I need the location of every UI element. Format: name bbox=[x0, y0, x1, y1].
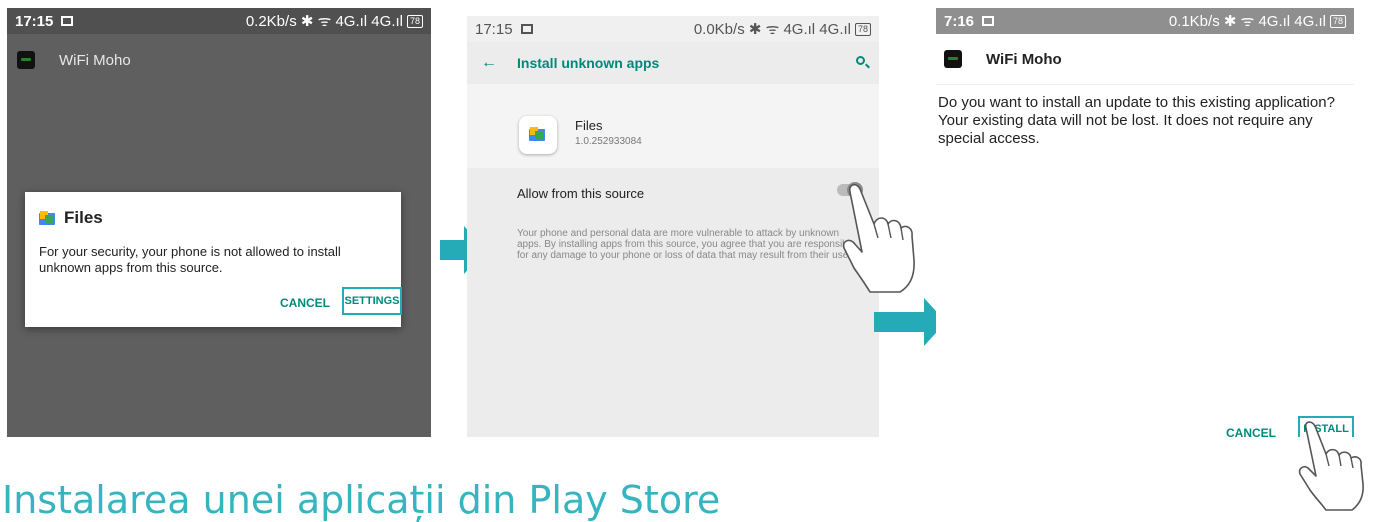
app-title: WiFi Moho bbox=[986, 50, 1062, 68]
status-bar: 17:15 0.2Kb/s ✱ ᯤ 4G.ıl 4G.ıl 78 bbox=[7, 8, 431, 34]
battery-icon: 78 bbox=[854, 22, 871, 36]
screen-install-unknown-apps: 17:15 0.0Kb/s ✱ ᯤ 4G.ıl 4G.ıl 78 ← Insta… bbox=[467, 16, 879, 437]
status-network-text: 0.2Kb/s ✱ ᯤ 4G.ıl 4G.ıl bbox=[245, 13, 403, 30]
status-indicators: 0.0Kb/s ✱ ᯤ 4G.ıl 4G.ıl 78 bbox=[694, 19, 871, 39]
image-notification-icon bbox=[61, 16, 74, 26]
status-bar: 17:15 0.0Kb/s ✱ ᯤ 4G.ıl 4G.ıl 78 bbox=[467, 16, 879, 42]
wifi-moho-app-icon bbox=[944, 50, 962, 68]
status-network-text: 0.0Kb/s ✱ ᯤ 4G.ıl 4G.ıl bbox=[693, 21, 851, 38]
tap-hand-icon bbox=[842, 183, 915, 293]
tap-hand-icon bbox=[1298, 421, 1364, 511]
app-bar: WiFi Moho bbox=[936, 34, 1354, 85]
status-network-text: 0.1Kb/s ✱ ᯤ 4G.ıl 4G.ıl bbox=[1168, 13, 1326, 30]
security-warning-text: Your phone and personal data are more vu… bbox=[517, 228, 856, 261]
dialog-message: For your security, your phone is not all… bbox=[39, 244, 341, 275]
back-arrow-icon[interactable]: ← bbox=[481, 54, 497, 72]
status-indicators: 0.1Kb/s ✱ ᯤ 4G.ıl 4G.ıl 78 bbox=[1169, 11, 1346, 31]
image-notification-icon bbox=[982, 16, 995, 26]
status-time: 17:15 bbox=[475, 20, 513, 38]
page-caption: Instalarea unei aplicații din Play Store bbox=[2, 478, 721, 522]
dialog-title-text: Files bbox=[64, 208, 103, 227]
image-notification-icon bbox=[520, 24, 533, 34]
screen-security-dialog: 17:15 0.2Kb/s ✱ ᯤ 4G.ıl 4G.ıl 78 WiFi Mo… bbox=[7, 8, 431, 437]
app-bar: ← Install unknown apps bbox=[467, 42, 879, 84]
install-question: Do you want to install an update to this… bbox=[938, 94, 1335, 147]
battery-icon: 78 bbox=[1329, 14, 1346, 28]
screen-install-update: 7:16 0.1Kb/s ✱ ᯤ 4G.ıl 4G.ıl 78 WiFi Moh… bbox=[936, 8, 1354, 437]
security-dialog: Files For your security, your phone is n… bbox=[25, 192, 402, 327]
app-info-card: Files 1.0.252933084 bbox=[467, 84, 879, 168]
status-time: 7:16 bbox=[944, 12, 975, 30]
app-name: Files bbox=[575, 118, 603, 133]
page-title: Install unknown apps bbox=[517, 55, 660, 71]
status-bar: 7:16 0.1Kb/s ✱ ᯤ 4G.ıl 4G.ıl 78 bbox=[936, 8, 1354, 34]
wifi-moho-app-icon bbox=[17, 51, 35, 69]
battery-icon: 78 bbox=[406, 14, 423, 28]
files-app-icon bbox=[519, 116, 557, 154]
search-icon[interactable] bbox=[856, 56, 865, 65]
allow-from-source-label: Allow from this source bbox=[517, 186, 645, 201]
dialog-title: Files bbox=[39, 208, 103, 228]
settings-button[interactable]: SETTINGS bbox=[342, 287, 402, 315]
app-title: WiFi Moho bbox=[59, 51, 131, 69]
status-time: 17:15 bbox=[15, 12, 54, 30]
files-app-icon bbox=[39, 211, 55, 225]
cancel-button[interactable]: CANCEL bbox=[1226, 426, 1276, 437]
status-indicators: 0.2Kb/s ✱ ᯤ 4G.ıl 4G.ıl 78 bbox=[246, 11, 423, 31]
cancel-button[interactable]: CANCEL bbox=[280, 296, 330, 310]
app-bar: WiFi Moho bbox=[7, 34, 431, 86]
app-version: 1.0.252933084 bbox=[575, 136, 642, 147]
